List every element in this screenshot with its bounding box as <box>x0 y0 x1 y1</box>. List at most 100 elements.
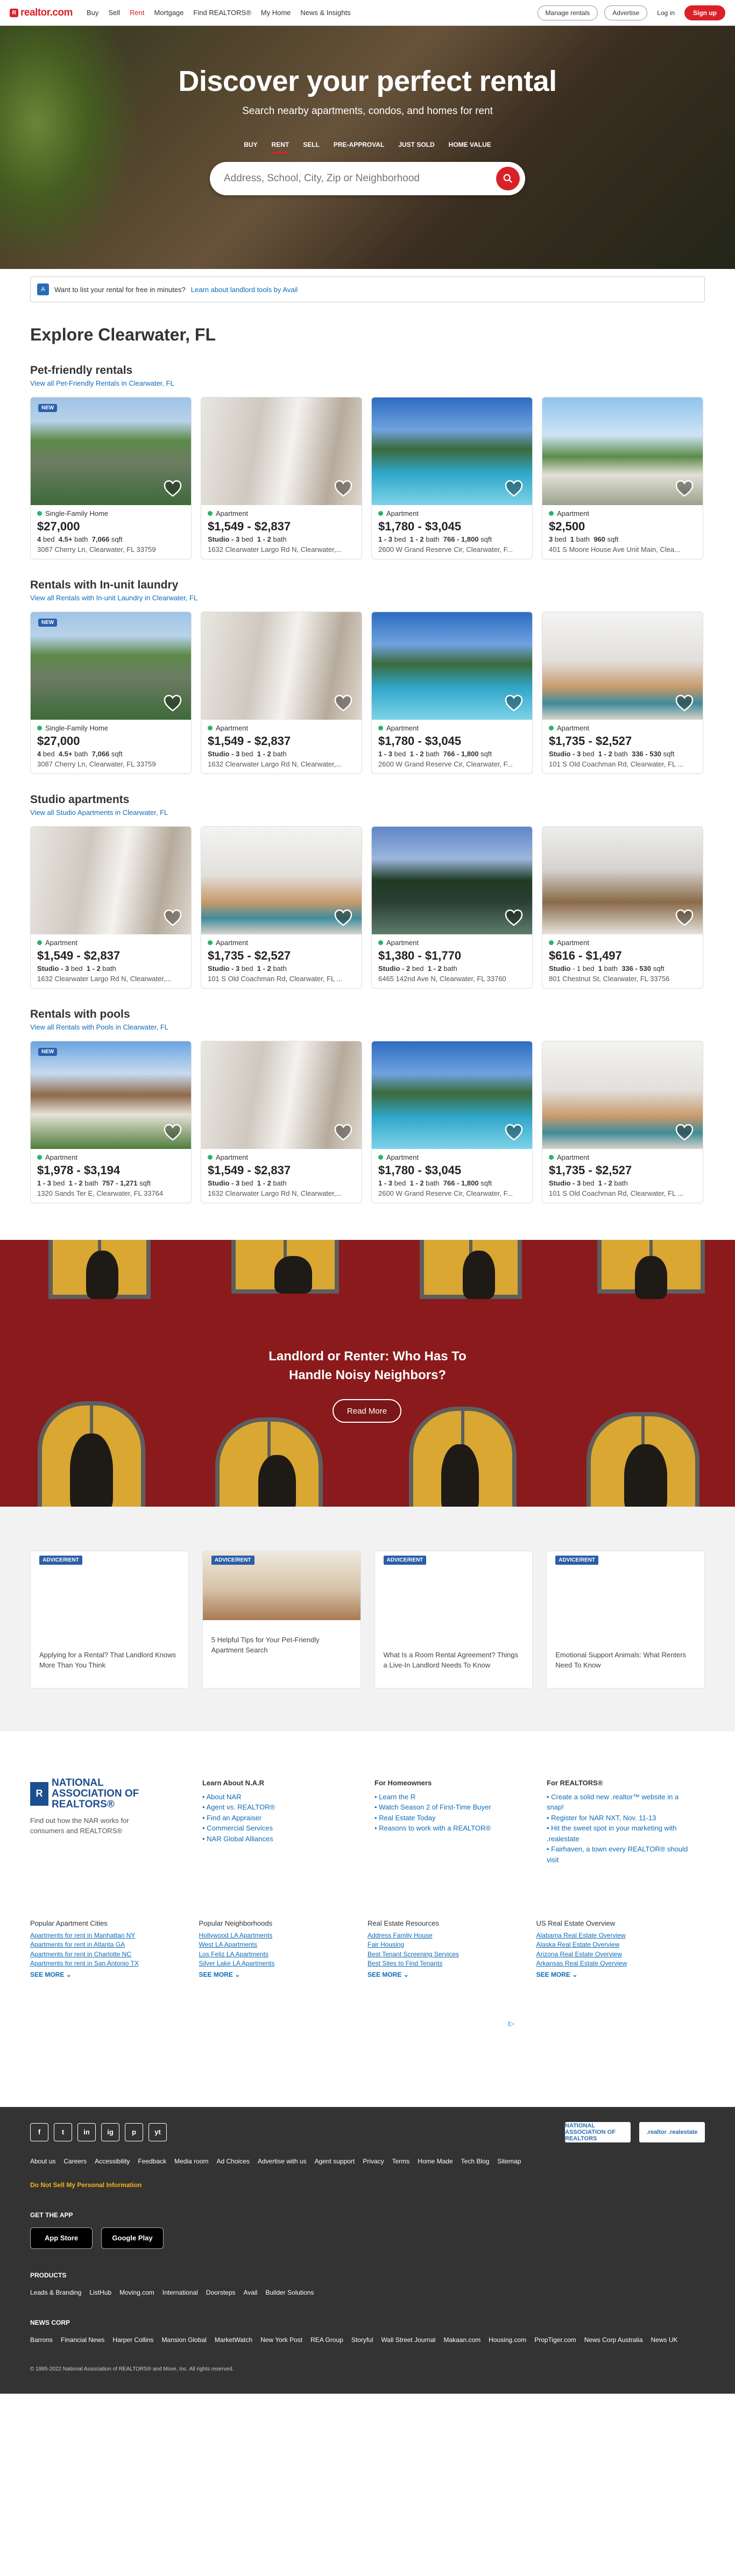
popular-link[interactable]: Apartments for rent in Manhattan NY <box>30 1931 199 1940</box>
nav-rent[interactable]: Rent <box>130 9 144 17</box>
heart-icon[interactable] <box>162 693 183 714</box>
footer-link[interactable]: Terms <box>392 2158 410 2165</box>
listing-photo[interactable] <box>201 827 362 934</box>
listing-address[interactable]: 101 S Old Coachman Rd, Clearwater, FL ..… <box>549 1189 696 1197</box>
listing-card[interactable]: Apartment $2,500 3 bed 1 bath 960 sqft 4… <box>542 397 703 559</box>
popular-link[interactable]: Alaska Real Estate Overview <box>536 1940 705 1949</box>
tab-pre-approval[interactable]: PRE-APPROVAL <box>334 141 384 153</box>
product-link[interactable]: Builder Solutions <box>265 2289 314 2296</box>
listing-address[interactable]: 3087 Cherry Ln, Clearwater, FL 33759 <box>37 760 185 768</box>
listing-address[interactable]: 2600 W Grand Reserve Cir, Clearwater, F.… <box>378 1189 526 1197</box>
view-all-link[interactable]: View all Rentals with In-unit Laundry in… <box>30 594 705 602</box>
listing-address[interactable]: 3087 Cherry Ln, Clearwater, FL 33759 <box>37 545 185 553</box>
heart-icon[interactable] <box>333 907 354 929</box>
popular-link[interactable]: West LA Apartments <box>199 1940 368 1949</box>
listing-photo[interactable] <box>201 612 362 720</box>
listing-photo[interactable] <box>372 612 532 720</box>
do-not-sell-link[interactable]: Do Not Sell My Personal Information <box>30 2181 705 2189</box>
tab-sell[interactable]: SELL <box>303 141 320 153</box>
listing-card[interactable]: NEW Single-Family Home $27,000 4 bed 4.5… <box>30 397 192 559</box>
listing-address[interactable]: 1632 Clearwater Largo Rd N, Clearwater,.… <box>208 760 355 768</box>
article-card[interactable]: ADVICE/RENT Emotional Support Animals: Wh… <box>546 1551 705 1688</box>
footer-link[interactable]: Advertise with us <box>258 2158 307 2165</box>
listing-photo[interactable] <box>542 398 703 505</box>
product-link[interactable]: Leads & Branding <box>30 2289 81 2296</box>
listing-address[interactable]: 401 S Moore House Ave Unit Main, Clea... <box>549 545 696 553</box>
listing-photo[interactable] <box>372 398 532 505</box>
listing-photo[interactable] <box>31 827 191 934</box>
heart-icon[interactable] <box>162 907 183 929</box>
listing-photo[interactable]: NEW <box>31 612 191 720</box>
product-link[interactable]: ListHub <box>89 2289 111 2296</box>
footer-link[interactable]: Sitemap <box>497 2158 521 2165</box>
newscorp-link[interactable]: New York Post <box>260 2336 302 2344</box>
popular-link[interactable]: Apartments for rent in San Antonio TX <box>30 1959 199 1968</box>
see-more-link[interactable]: SEE MORE ⌄ <box>536 1970 705 1979</box>
heart-icon[interactable] <box>674 1122 695 1144</box>
nar-link[interactable]: Reasons to work with a REALTOR® <box>379 1824 491 1832</box>
tab-just-sold[interactable]: JUST SOLD <box>398 141 434 153</box>
product-link[interactable]: Moving.com <box>119 2289 154 2296</box>
listing-photo[interactable]: NEW <box>31 1041 191 1149</box>
banner-link[interactable]: Learn about landlord tools by Avail <box>191 286 298 294</box>
nar-link[interactable]: Agent vs. REALTOR® <box>206 1803 275 1811</box>
listing-card[interactable]: NEW Single-Family Home $27,000 4 bed 4.5… <box>30 612 192 774</box>
popular-link[interactable]: Best Tenant Screening Services <box>367 1950 536 1959</box>
newscorp-link[interactable]: Makaan.com <box>443 2336 480 2344</box>
footer-link[interactable]: About us <box>30 2158 55 2165</box>
nav-buy[interactable]: Buy <box>87 9 98 17</box>
popular-link[interactable]: Best Sites to Find Tenants <box>367 1959 536 1968</box>
nar-link[interactable]: Register for NAR NXT, Nov. 11-13 <box>551 1814 656 1822</box>
nar-link[interactable]: Find an Appraiser <box>207 1814 262 1822</box>
listing-card[interactable]: Apartment $1,780 - $3,045 1 - 3 bed 1 - … <box>371 397 533 559</box>
nar-link[interactable]: Watch Season 2 of First-Time Buyer <box>379 1803 491 1811</box>
listing-card[interactable]: Apartment $1,549 - $2,837 Studio - 3 bed… <box>201 1041 362 1203</box>
footer-link[interactable]: Media room <box>174 2158 208 2165</box>
listing-photo[interactable]: NEW <box>31 398 191 505</box>
youtube-icon[interactable]: yt <box>149 2123 167 2141</box>
listing-card[interactable]: Apartment $1,735 - $2,527 Studio - 3 bed… <box>542 1041 703 1203</box>
realtor-logo[interactable]: Rrealtor.com <box>10 7 73 19</box>
nar-link[interactable]: Hit the sweet spot in your marketing wit… <box>547 1824 677 1843</box>
popular-link[interactable]: Los Feliz LA Apartments <box>199 1950 368 1959</box>
heart-icon[interactable] <box>333 693 354 714</box>
listing-card[interactable]: NEW Apartment $1,978 - $3,194 1 - 3 bed … <box>30 1041 192 1203</box>
newscorp-link[interactable]: PropTiger.com <box>534 2336 576 2344</box>
advertise-button[interactable]: Advertise <box>604 5 648 20</box>
listing-photo[interactable] <box>201 398 362 505</box>
linkedin-icon[interactable]: in <box>77 2123 96 2141</box>
popular-link[interactable]: Address Family House <box>367 1931 536 1940</box>
read-more-button[interactable]: Read More <box>333 1399 401 1423</box>
signup-button[interactable]: Sign up <box>684 5 725 20</box>
heart-icon[interactable] <box>333 1122 354 1144</box>
listing-address[interactable]: 2600 W Grand Reserve Cir, Clearwater, F.… <box>378 545 526 553</box>
product-link[interactable]: Avail <box>244 2289 258 2296</box>
footer-link[interactable]: Home Made <box>418 2158 453 2165</box>
nar-link[interactable]: Fairhaven, a town every REALTOR® should … <box>547 1845 688 1864</box>
listing-card[interactable]: Apartment $616 - $1,497 Studio - 1 bed 1… <box>542 826 703 989</box>
heart-icon[interactable] <box>503 1122 525 1144</box>
nav-find-realtors[interactable]: Find REALTORS® <box>193 9 251 17</box>
app-store-button[interactable]: App Store <box>30 2227 93 2249</box>
newscorp-link[interactable]: Wall Street Journal <box>381 2336 436 2344</box>
article-card[interactable]: ADVICE/RENT 5 Helpful Tips for Your Pet-F… <box>202 1551 361 1688</box>
heart-icon[interactable] <box>503 478 525 500</box>
facebook-icon[interactable]: f <box>30 2123 48 2141</box>
heart-icon[interactable] <box>674 478 695 500</box>
footer-link[interactable]: Tech Blog <box>461 2158 490 2165</box>
realtor-domain-badge[interactable]: .realtor .realestate <box>639 2121 705 2142</box>
google-play-button[interactable]: Google Play <box>101 2227 164 2249</box>
listing-card[interactable]: Apartment $1,735 - $2,527 Studio - 3 bed… <box>542 612 703 774</box>
nar-link[interactable]: Learn the R <box>379 1793 415 1801</box>
tab-rent[interactable]: RENT <box>271 141 289 153</box>
instagram-icon[interactable]: ig <box>101 2123 119 2141</box>
nar-link[interactable]: About NAR <box>206 1793 241 1801</box>
popular-link[interactable]: Arkansas Real Estate Overview <box>536 1959 705 1968</box>
search-input[interactable] <box>224 173 496 184</box>
listing-card[interactable]: Apartment $1,380 - $1,770 Studio - 2 bed… <box>371 826 533 989</box>
nar-link[interactable]: Commercial Services <box>207 1824 273 1832</box>
footer-link[interactable]: Ad Choices <box>216 2158 249 2165</box>
product-link[interactable]: International <box>162 2289 198 2296</box>
ad-choices-icon[interactable]: i▷ <box>508 2020 514 2027</box>
listing-photo[interactable] <box>542 1041 703 1149</box>
